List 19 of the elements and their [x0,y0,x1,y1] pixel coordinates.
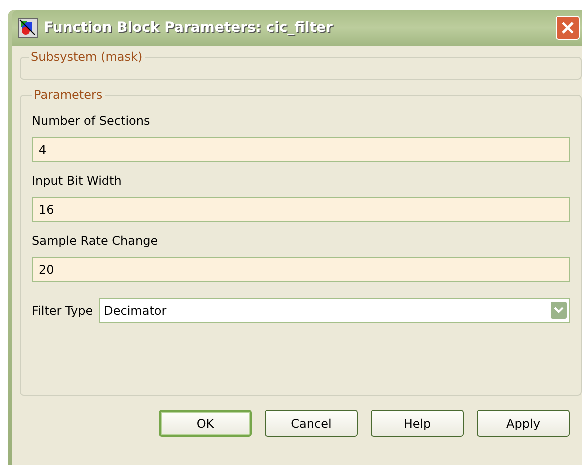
field-label: Number of Sections [32,114,152,128]
field-label: Sample Rate Change [32,234,160,248]
group-title: Parameters [33,88,104,102]
close-icon [561,21,575,35]
dialog-button[interactable]: Help [371,410,464,437]
block-diagram-icon [18,18,38,38]
field-label: Input Bit Width [32,174,123,188]
dialog-button[interactable]: Apply [477,410,570,437]
chevron-down-icon [551,302,567,319]
window-title: Function Block Parameters: cic_filter [44,20,334,36]
input-field[interactable]: 20 [32,257,570,282]
field-label: Filter Type [32,304,94,318]
group-title: Subsystem (mask) [30,50,144,64]
dropdown[interactable]: Decimator [99,298,570,323]
dialog-button[interactable]: Cancel [265,410,358,437]
input-field[interactable]: 4 [32,137,570,162]
input-field[interactable]: 16 [32,197,570,222]
close-button[interactable] [556,16,580,40]
dialog-button[interactable]: OK [159,410,252,437]
